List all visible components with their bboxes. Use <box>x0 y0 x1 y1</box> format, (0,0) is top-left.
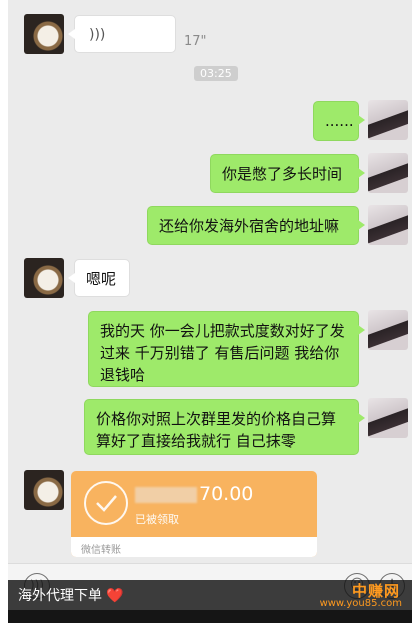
blurred-amount <box>135 486 197 503</box>
my-avatar[interactable] <box>368 205 408 245</box>
chat-window: ))) 17" 03:25 ...... 你是憋了多长时间 还给你发海外宿舍的地… <box>8 0 412 623</box>
message-bubble[interactable]: 我的天 你一会儿把款式度数对好了发过来 千万别错了 有售后问题 我给你退钱哈 <box>88 311 365 387</box>
caption-text: 海外代理下单 <box>18 588 102 604</box>
caption-continuation <box>8 610 412 623</box>
transfer-status: 已被领取 <box>135 513 179 526</box>
my-avatar[interactable] <box>368 100 408 140</box>
transfer-body: 70.00 已被领取 <box>71 471 317 537</box>
voice-duration: 17" <box>184 34 207 49</box>
message-bubble[interactable]: 你是憋了多长时间 <box>210 154 365 193</box>
contact-avatar[interactable] <box>24 258 64 298</box>
my-avatar[interactable] <box>368 398 408 438</box>
transfer-footer: 微信转账 <box>71 537 317 557</box>
caption-banner: 海外代理下单 ❤️ 中赚网 www.you85.com <box>8 580 412 610</box>
check-circle-icon <box>84 481 128 525</box>
contact-avatar[interactable] <box>24 470 64 510</box>
message-bubble[interactable]: 还给你发海外宿舍的地址嘛 <box>147 206 365 245</box>
watermark-url: www.you85.com <box>319 598 402 609</box>
voice-message-bubble[interactable]: ))) <box>68 15 176 53</box>
message-timestamp: 03:25 <box>194 66 238 81</box>
wechat-transfer-card[interactable]: 70.00 已被领取 微信转账 <box>71 471 317 557</box>
heart-icon: ❤️ <box>106 588 124 604</box>
my-avatar[interactable] <box>368 153 408 193</box>
transfer-amount: 70.00 <box>135 483 253 505</box>
voice-wave-icon: ))) <box>89 27 106 43</box>
my-avatar[interactable] <box>368 310 408 350</box>
message-bubble[interactable]: 嗯呢 <box>68 259 130 297</box>
message-bubble-ellipsis[interactable]: ...... <box>313 101 365 141</box>
contact-avatar[interactable] <box>24 14 64 54</box>
message-bubble[interactable]: 价格你对照上次群里发的价格自己算算好了直接给我就行 自己抹零 <box>84 399 365 455</box>
